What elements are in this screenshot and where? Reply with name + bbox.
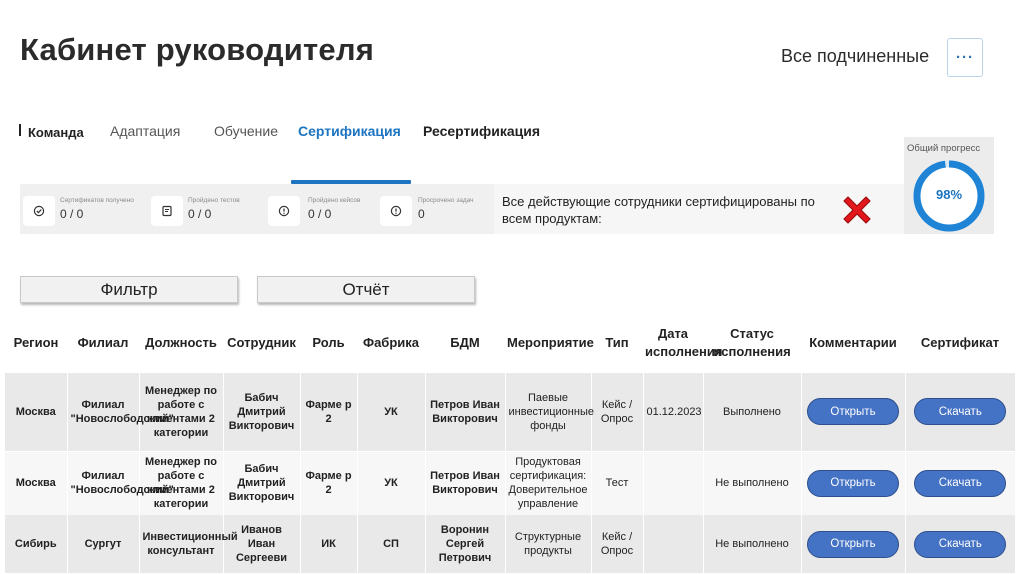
download-certificate-button[interactable]: Скачать bbox=[914, 530, 1007, 558]
cell-status: Не выполнено bbox=[703, 515, 802, 573]
stat-value: 0 / 0 bbox=[308, 207, 332, 221]
table-row: Москва Филиал "Новослободский" Менеджер … bbox=[5, 451, 1015, 515]
cell-type: Кейс / Опрос bbox=[591, 373, 644, 451]
overall-progress-widget: Общий прогресс 98% bbox=[904, 137, 994, 234]
certification-table: Регион Филиал Должность Сотрудник Роль Ф… bbox=[5, 313, 1015, 573]
cell-date bbox=[643, 515, 704, 573]
download-certificate-button[interactable]: Скачать bbox=[914, 469, 1007, 497]
stat-label: Пройдено кейсов bbox=[308, 197, 361, 204]
cell-event: Продуктовая сертификация: Доверительное … bbox=[505, 451, 592, 515]
more-options-button[interactable]: ··· bbox=[947, 38, 983, 77]
column-header: Комментарии bbox=[809, 335, 897, 350]
cell-factory: УК bbox=[357, 373, 426, 451]
cell-bdm: Петров Иван Викторович bbox=[425, 373, 506, 451]
cell-date bbox=[643, 451, 704, 515]
cell-factory: СП bbox=[357, 515, 426, 573]
cell-branch: Филиал "Новослободский" bbox=[67, 451, 174, 515]
cell-branch: Филиал "Новослободский" bbox=[67, 373, 174, 451]
column-header: Мероприятие bbox=[507, 335, 594, 350]
download-certificate-button[interactable]: Скачать bbox=[914, 398, 1007, 426]
cell-type: Тест bbox=[591, 451, 644, 515]
cell-employee: Бабич Дмитрий Викторович bbox=[223, 451, 301, 515]
cell-event: Паевые инвестиционные фонды bbox=[505, 373, 594, 451]
cell-role: Фарме р 2 bbox=[300, 373, 358, 451]
column-header: Филиал bbox=[77, 335, 129, 350]
tab-recertification[interactable]: Ресертификация bbox=[423, 123, 540, 139]
cell-bdm: Петров Иван Викторович bbox=[425, 451, 506, 515]
progress-value: 98% bbox=[935, 187, 963, 202]
table-header-row: Регион Филиал Должность Сотрудник Роль Ф… bbox=[5, 313, 1015, 373]
open-comment-button[interactable]: Открыть bbox=[807, 469, 899, 497]
info-circle-icon bbox=[268, 196, 300, 226]
cell-branch: Сургут bbox=[67, 515, 140, 573]
column-header: Сертификат bbox=[920, 335, 1000, 350]
tab-adaptation[interactable]: Адаптация bbox=[110, 123, 180, 139]
open-comment-button[interactable]: Открыть bbox=[807, 398, 899, 426]
report-button[interactable]: Отчёт bbox=[257, 276, 475, 303]
stat-cases: Пройдено кейсов 0 / 0 bbox=[268, 184, 380, 234]
certification-status-text: Все действующие сотрудники сертифицирова… bbox=[502, 194, 815, 226]
cell-comment: Открыть bbox=[801, 373, 906, 451]
stat-overdue: Просрочено задач 0 bbox=[380, 184, 494, 234]
stat-label: Сертификатов получено bbox=[60, 197, 134, 204]
cell-role: Фарме р 2 bbox=[300, 451, 358, 515]
page-title: Кабинет руководителя bbox=[20, 32, 375, 67]
stat-value: 0 / 0 bbox=[60, 207, 84, 221]
cell-employee: Бабич Дмитрий Викторович bbox=[223, 373, 301, 451]
stats-strip: Сертификатов получено 0 / 0 Пройдено тес… bbox=[20, 184, 494, 234]
cell-status: Не выполнено bbox=[703, 451, 802, 515]
table-row: Сибирь Сургут Инвестиционный консультант… bbox=[5, 515, 1015, 573]
info-circle-icon bbox=[380, 196, 412, 226]
cell-factory: УК bbox=[357, 451, 426, 515]
badge-check-icon bbox=[23, 196, 55, 226]
cell-region: Москва bbox=[5, 373, 68, 451]
cell-certificate: Скачать bbox=[905, 515, 1015, 573]
cell-status: Выполнено bbox=[703, 373, 802, 451]
tab-team[interactable]: Команда bbox=[28, 125, 84, 140]
tab-indicator-mark bbox=[19, 124, 21, 136]
column-header: Дата исполнения bbox=[645, 326, 723, 359]
column-header: Должность bbox=[145, 335, 217, 350]
open-comment-button[interactable]: Открыть bbox=[807, 530, 899, 558]
cell-certificate: Скачать bbox=[905, 451, 1015, 515]
stat-value: 0 bbox=[418, 207, 425, 221]
cell-position: Менеджер по работе с клиентами 2 категор… bbox=[139, 373, 224, 451]
stat-label: Пройдено тестов bbox=[188, 197, 240, 204]
cell-employee: Иванов Иван Сергееви bbox=[223, 515, 301, 573]
cell-region: Москва bbox=[5, 451, 68, 515]
column-header: Статус исполнения bbox=[713, 326, 791, 359]
test-doc-icon bbox=[151, 196, 183, 226]
column-header: БДМ bbox=[450, 335, 480, 350]
cell-comment: Открыть bbox=[801, 451, 906, 515]
stat-value: 0 / 0 bbox=[188, 207, 212, 221]
cell-certificate: Скачать bbox=[905, 373, 1015, 451]
cell-event: Структурные продукты bbox=[505, 515, 592, 573]
cell-bdm: Воронин Сергей Петрович bbox=[425, 515, 506, 573]
tab-learning[interactable]: Обучение bbox=[214, 123, 278, 139]
filter-button[interactable]: Фильтр bbox=[20, 276, 238, 303]
subordinates-scope-label[interactable]: Все подчиненные bbox=[781, 46, 929, 67]
cell-comment: Открыть bbox=[801, 515, 906, 573]
stat-certificates: Сертификатов получено 0 / 0 bbox=[20, 184, 150, 234]
progress-title: Общий прогресс bbox=[907, 143, 981, 154]
table-row: Москва Филиал "Новослободский" Менеджер … bbox=[5, 373, 1015, 451]
red-cross-icon bbox=[843, 196, 871, 224]
column-header: Роль bbox=[312, 335, 345, 350]
column-header: Регион bbox=[13, 335, 59, 350]
column-header: Тип bbox=[605, 335, 629, 350]
column-header: Сотрудник bbox=[227, 335, 296, 350]
cell-position: Менеджер по работе с клиентами 2 категор… bbox=[139, 451, 224, 515]
stat-label: Просрочено задач bbox=[418, 197, 474, 204]
tab-certification[interactable]: Сертификация bbox=[298, 123, 401, 139]
cell-date: 01.12.2023 bbox=[643, 373, 704, 451]
stat-tests: Пройдено тестов 0 / 0 bbox=[150, 184, 268, 234]
certification-status-panel: Все действующие сотрудники сертифицирова… bbox=[494, 184, 904, 234]
cell-position: Инвестиционный консультант bbox=[139, 515, 238, 573]
cell-region: Сибирь bbox=[5, 515, 68, 573]
cell-role: ИК bbox=[300, 515, 358, 573]
ellipsis-icon: ··· bbox=[956, 49, 974, 66]
cell-type: Кейс / Опрос bbox=[591, 515, 644, 573]
column-header: Фабрика bbox=[362, 335, 420, 350]
